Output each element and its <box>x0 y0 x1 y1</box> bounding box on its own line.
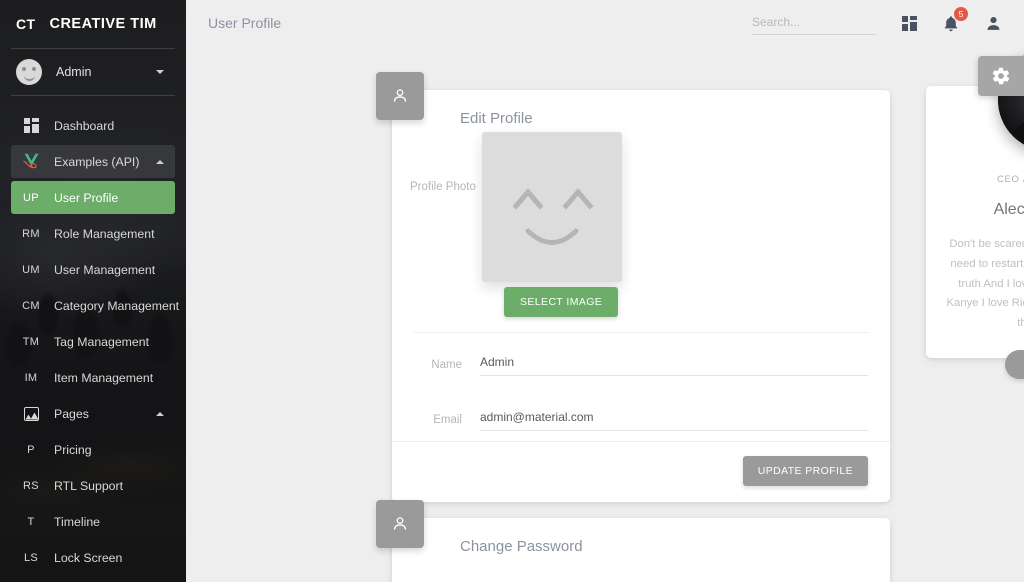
edit-profile-card: Edit Profile Profile Photo SELECT IMAGE <box>376 72 890 502</box>
topbar-actions: 5 <box>752 6 1002 35</box>
sidebar-item-rtl-support[interactable]: RS RTL Support <box>11 469 175 502</box>
grid-icon <box>902 15 917 31</box>
select-image-wrapper: SELECT IMAGE <box>504 287 619 317</box>
gear-icon <box>992 67 1010 85</box>
change-password-card-icon-tile <box>376 500 424 548</box>
sidebar-item-label: Role Management <box>54 226 155 241</box>
brand-mark: CT <box>16 16 36 32</box>
edit-profile-title: Edit Profile <box>460 110 533 127</box>
sidebar-item-abbr: TM <box>22 335 40 348</box>
profile-photo-preview[interactable] <box>482 132 622 282</box>
sidebar-item-abbr: P <box>27 443 35 456</box>
profile-photo-area: Profile Photo SELECT IMAGE <box>392 127 890 332</box>
sidebar-item-label: Tag Management <box>54 334 150 349</box>
person-icon <box>987 16 1000 30</box>
sidebar-item-label: Lock Screen <box>54 550 123 565</box>
sidebar-item-abbr: T <box>27 515 35 528</box>
sidebar-item-examples-api[interactable]: Examples (API) <box>11 145 175 178</box>
sidebar-item-timeline[interactable]: T Timeline <box>11 505 175 538</box>
name-field-row: Name <box>392 353 890 376</box>
sidebar-item-item-management[interactable]: IM Item Management <box>11 361 175 394</box>
sidebar-item-dashboard[interactable]: Dashboard <box>11 109 175 142</box>
profile-description: Don't be scared of the truth because we … <box>946 238 1024 330</box>
sidebar-item-abbr: CM <box>22 299 40 312</box>
sidebar-item-label: Dashboard <box>54 118 115 133</box>
account-button[interactable] <box>985 15 1002 32</box>
sidebar-item-label: User Profile <box>54 190 119 205</box>
brand[interactable]: CT CREATIVE TIM <box>0 0 186 48</box>
sidebar-item-pricing[interactable]: P Pricing <box>11 433 175 466</box>
sidebar-item-label: Pricing <box>54 442 92 457</box>
avatar <box>16 59 42 85</box>
sidebar-item-label: Examples (API) <box>54 154 140 169</box>
person-icon <box>393 517 407 530</box>
profile-card: CEO / CO-FOUNDER Alec Thompson Don't be … <box>926 49 1024 379</box>
email-field-row: Email <box>392 408 890 431</box>
sidebar-nav: Dashboard Examples (API) UP User Profile… <box>0 96 186 574</box>
sidebar-item-user-management[interactable]: UM User Management <box>11 253 175 286</box>
sidebar-item-label: Category Management <box>54 298 180 313</box>
sidebar-item-abbr: UP <box>23 191 39 204</box>
sidebar-item-abbr: RS <box>23 479 39 492</box>
vue-laravel-logo-icon <box>20 153 42 170</box>
sidebar-item-pages[interactable]: Pages <box>11 397 175 430</box>
brand-name: CREATIVE TIM <box>49 16 157 32</box>
change-password-header: Change Password <box>392 518 890 555</box>
sidebar-item-label: Timeline <box>54 514 101 529</box>
sidebar-item-lock-screen[interactable]: LS Lock Screen <box>11 541 175 574</box>
change-password-card: Change Password <box>376 500 890 582</box>
settings-panel-toggle[interactable] <box>978 56 1024 96</box>
search-field <box>752 11 876 35</box>
sidebar-item-label: Pages <box>54 406 89 421</box>
sidebar: CT CREATIVE TIM Admin Dashboard Examples… <box>0 0 186 582</box>
name-field-label: Name <box>431 359 462 371</box>
change-password-title: Change Password <box>460 538 583 555</box>
main-content: Edit Profile Profile Photo SELECT IMAGE <box>186 46 1024 582</box>
sidebar-user-name: Admin <box>56 65 92 79</box>
sidebar-item-tag-management[interactable]: TM Tag Management <box>11 325 175 358</box>
sidebar-item-user-profile[interactable]: UP User Profile <box>11 181 175 214</box>
grid-icon <box>20 118 42 133</box>
sidebar-item-abbr: RM <box>22 227 40 240</box>
chevron-up-icon <box>156 411 164 416</box>
edit-profile-card-icon-tile <box>376 72 424 120</box>
sidebar-item-label: RTL Support <box>54 478 124 493</box>
email-input[interactable] <box>480 408 868 431</box>
edit-profile-footer: UPDATE PROFILE <box>392 441 890 502</box>
page-title: User Profile <box>208 15 282 31</box>
topbar: User Profile 5 <box>186 0 1024 46</box>
notifications-button[interactable]: 5 <box>943 6 968 32</box>
edit-profile-header: Edit Profile <box>392 90 890 127</box>
photo-section-divider <box>414 332 868 333</box>
image-icon <box>20 406 42 421</box>
sidebar-item-category-management[interactable]: CM Category Management <box>11 289 179 322</box>
person-icon <box>393 89 407 102</box>
sidebar-user-dropdown[interactable]: Admin <box>0 49 186 95</box>
notification-badge: 5 <box>954 6 968 21</box>
sidebar-item-abbr: LS <box>23 551 39 564</box>
chevron-down-icon <box>156 70 164 74</box>
dashboard-grid-button[interactable] <box>902 15 917 31</box>
search-input[interactable] <box>752 11 876 35</box>
follow-button[interactable]: FOLLOW <box>1004 349 1024 379</box>
update-profile-button[interactable]: UPDATE PROFILE <box>742 456 868 486</box>
app-root: CT CREATIVE TIM Admin Dashboard Examples… <box>0 0 1024 582</box>
select-image-button[interactable]: SELECT IMAGE <box>504 287 619 317</box>
profile-role: CEO / CO-FOUNDER <box>996 174 1024 185</box>
sidebar-item-role-management[interactable]: RM Role Management <box>11 217 175 250</box>
chevron-up-icon <box>156 159 164 164</box>
email-field-label: Email <box>433 414 462 426</box>
profile-photo-label: Profile Photo <box>410 181 476 193</box>
profile-name: Alec Thompson <box>993 201 1024 218</box>
sidebar-item-label: User Management <box>54 262 156 277</box>
sidebar-item-label: Item Management <box>54 370 154 385</box>
sidebar-item-abbr: IM <box>24 371 38 384</box>
smiley-face-icon <box>512 188 594 245</box>
sidebar-item-abbr: UM <box>22 263 40 276</box>
name-input[interactable] <box>480 353 868 376</box>
